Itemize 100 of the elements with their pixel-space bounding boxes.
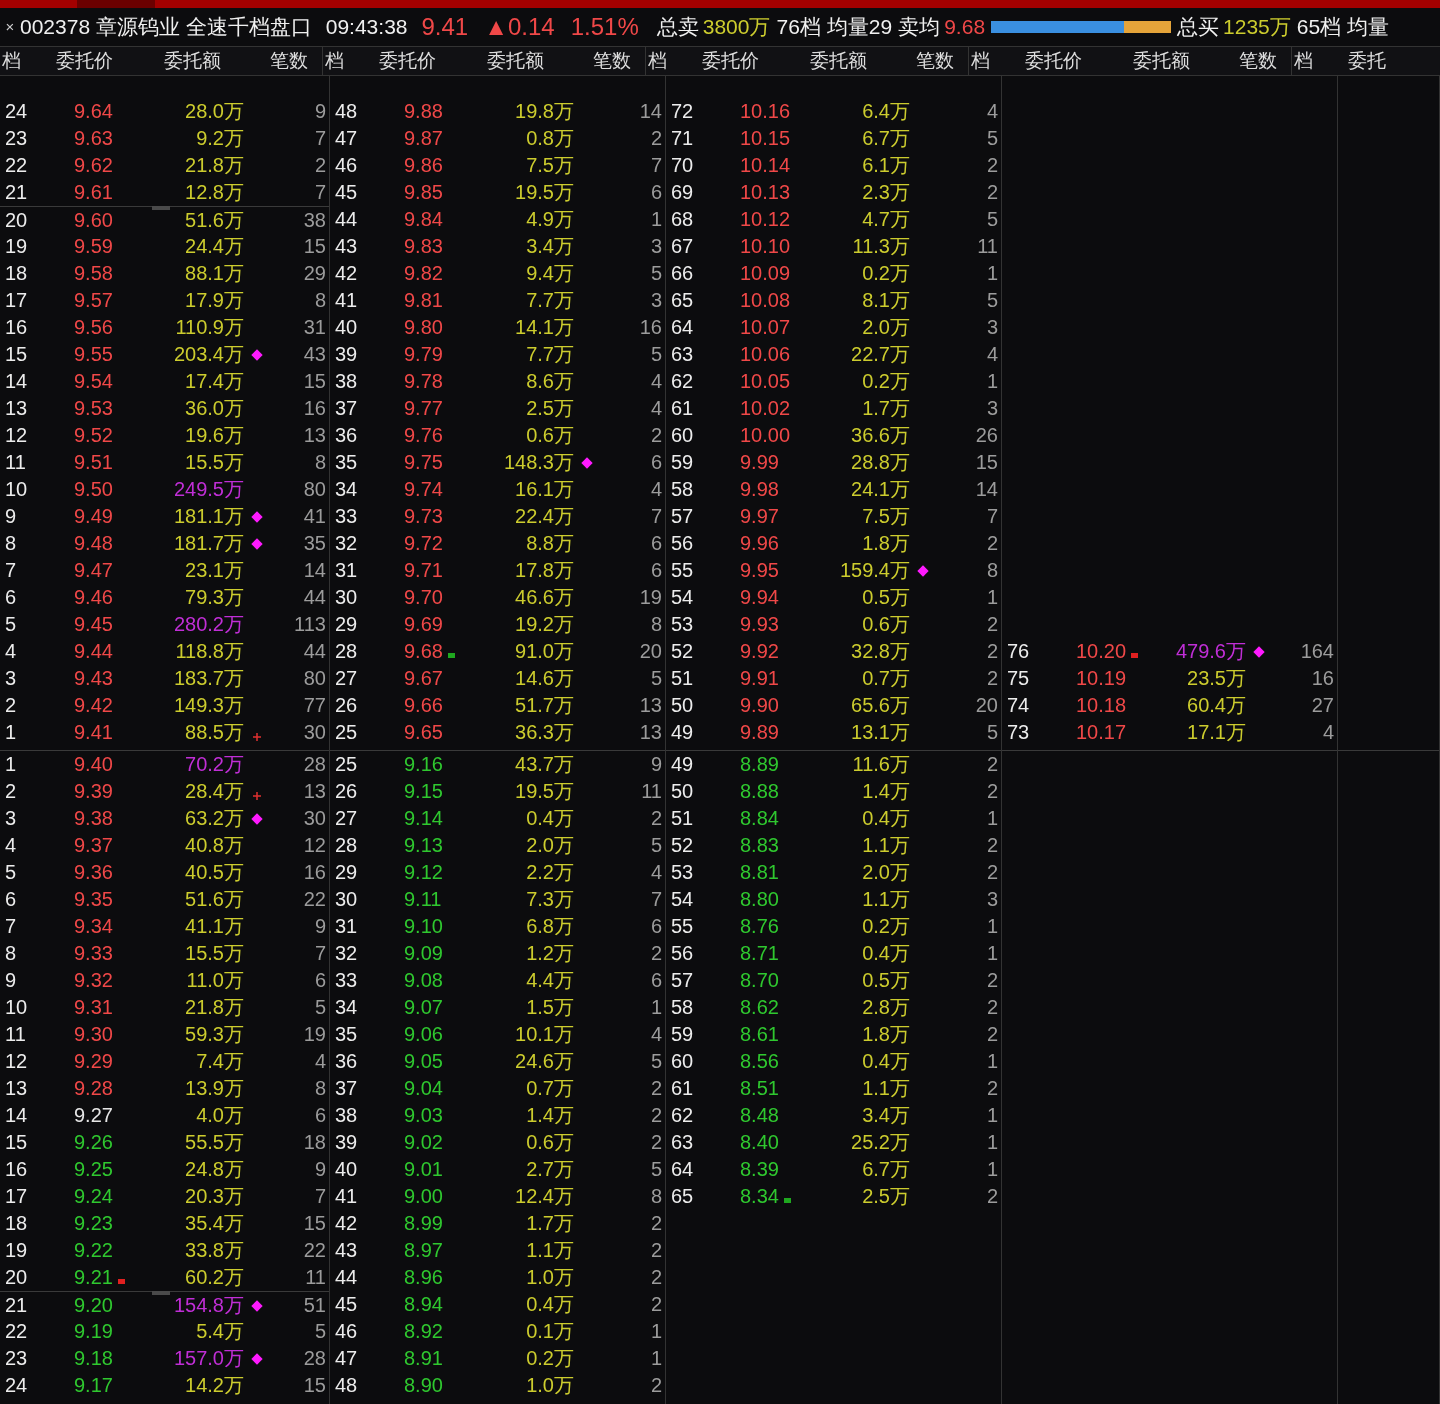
level-cell-text: 23 (4, 126, 29, 151)
level-cell-text: 3 (4, 666, 18, 691)
price-cell-text: 9.97 (740, 504, 779, 529)
amount-cell-text: 149.3万 (172, 693, 244, 718)
amount-cell-text: 11.0万 (185, 968, 244, 993)
price-cell-text: 9.37 (74, 833, 113, 858)
level-cell-text: 5 (4, 860, 18, 885)
level-cell-text: 63 (670, 342, 695, 367)
price-cell-text: 9.12 (404, 860, 443, 885)
count-cell-text: 1 (985, 585, 999, 610)
amount-cell-text: 36.6万 (850, 423, 910, 448)
amount-cell-text: 21.8万 (184, 995, 244, 1020)
level-cell-text: 62 (670, 369, 695, 394)
price-cell-text: 9.96 (740, 531, 779, 556)
count-cell-text: 80 (302, 477, 327, 502)
amount-cell-text: 2.2万 (525, 860, 574, 885)
price-cell-text: 8.48 (740, 1103, 779, 1128)
price-cell-text: 9.16 (404, 752, 443, 777)
amount-cell-text: 148.3万 (502, 450, 574, 475)
price-cell-text: 9.71 (404, 558, 443, 583)
price-cell-text: 9.55 (74, 342, 113, 367)
price-cell-text: 8.51 (740, 1076, 779, 1101)
amount-cell-text: 0.4万 (525, 1292, 574, 1317)
level-cell-text: 36 (334, 423, 359, 448)
level-cell-text: 38 (334, 369, 359, 394)
amount-cell-text: 22.7万 (850, 342, 910, 367)
amount-cell-text: 0.6万 (861, 612, 910, 637)
level-cell-text: 73 (1006, 720, 1031, 745)
price-cell-text: 9.86 (404, 153, 443, 178)
price-cell-text: 9.78 (404, 369, 443, 394)
amount-cell-text: 479.6万 (1174, 639, 1246, 664)
count-cell-text: 2 (985, 1076, 999, 1101)
count-cell-text: 80 (302, 666, 327, 691)
amount-cell-text: 110.9万 (174, 315, 244, 340)
buy-avg-volume: 均量 (1347, 14, 1390, 41)
count-cell-text: 13 (638, 720, 663, 745)
count-cell-text: 4 (649, 396, 663, 421)
price-cell-text: 10.14 (740, 153, 791, 178)
level-cell-text: 14 (4, 1103, 29, 1128)
amount-cell-text: 4.0万 (195, 1103, 244, 1128)
column-header: 笔数 (270, 48, 309, 73)
price-cell-text: 9.84 (404, 207, 443, 232)
amount-cell-text: 2.0万 (525, 833, 574, 858)
amount-cell-text: 0.6万 (525, 423, 574, 448)
amount-cell-text: 1.1万 (525, 1238, 574, 1263)
level-cell-text: 37 (334, 1076, 359, 1101)
amount-cell-text: 9.4万 (525, 261, 574, 286)
amount-cell-text: 28.0万 (184, 99, 244, 124)
close-button[interactable]: × (2, 15, 18, 39)
price-cell-text: 9.85 (404, 180, 443, 205)
count-cell-text: 9 (649, 752, 663, 777)
price-cell-text: 10.15 (740, 126, 791, 151)
count-cell-text: 1 (649, 1346, 663, 1371)
count-cell-text: 3 (649, 288, 663, 313)
level-cell-text: 35 (334, 450, 359, 475)
sell-avg-label: 卖均 (898, 14, 941, 41)
level-cell-text: 38 (334, 1103, 359, 1128)
price-cell-text: 9.48 (74, 531, 113, 556)
level-cell-text: 30 (334, 887, 359, 912)
price-cell-text: 9.66 (404, 693, 443, 718)
amount-cell-text: 181.1万 (172, 504, 244, 529)
count-cell-text: 44 (302, 639, 327, 664)
level-cell-text: 23 (4, 1346, 29, 1371)
level-cell-text: 28 (334, 639, 359, 664)
amount-cell-text: 7.5万 (861, 504, 910, 529)
price-cell-text: 9.30 (74, 1022, 113, 1047)
count-cell-text: 13 (302, 779, 327, 804)
count-cell-text: 2 (985, 833, 999, 858)
column-header: 委托价 (702, 48, 760, 73)
price-cell-text: 9.14 (404, 806, 443, 831)
count-cell-text: 19 (638, 585, 663, 610)
level-cell-text: 16 (4, 315, 29, 340)
count-cell-text: 2 (985, 968, 999, 993)
amount-cell-text: 183.7万 (172, 666, 244, 691)
price-cell-text: 9.34 (74, 914, 113, 939)
level-cell-text: 9 (4, 504, 18, 529)
price-cell-text: 9.49 (74, 504, 113, 529)
amount-cell-text: 1.4万 (525, 1103, 574, 1128)
price-cell-text: 9.94 (740, 585, 779, 610)
amount-cell-text: 55.5万 (184, 1130, 244, 1155)
price-cell-text: 9.03 (404, 1103, 443, 1128)
price-cell-text: 9.93 (740, 612, 779, 637)
count-cell-text: 8 (313, 450, 327, 475)
price-cell-text: 8.94 (404, 1292, 443, 1317)
column-header: 档 (1293, 48, 1314, 73)
price-cell-text: 9.87 (404, 126, 443, 151)
count-cell-text: 5 (649, 261, 663, 286)
count-cell-text: 15 (302, 1211, 327, 1236)
amount-cell-text: 65.6万 (850, 693, 910, 718)
amount-cell-text: 4.7万 (861, 207, 910, 232)
count-cell-text: 43 (302, 342, 327, 367)
level-cell-text: 25 (334, 752, 359, 777)
price-cell-text: 9.39 (74, 779, 113, 804)
level-cell-text: 47 (334, 126, 359, 151)
amount-cell-text: 2.8万 (861, 995, 910, 1020)
price-cell-text: 9.90 (740, 693, 779, 718)
amount-cell-text: 0.2万 (525, 1346, 574, 1371)
count-cell-text: 5 (649, 1157, 663, 1182)
level-cell-text: 8 (4, 941, 18, 966)
price-cell-text: 8.40 (740, 1130, 779, 1155)
